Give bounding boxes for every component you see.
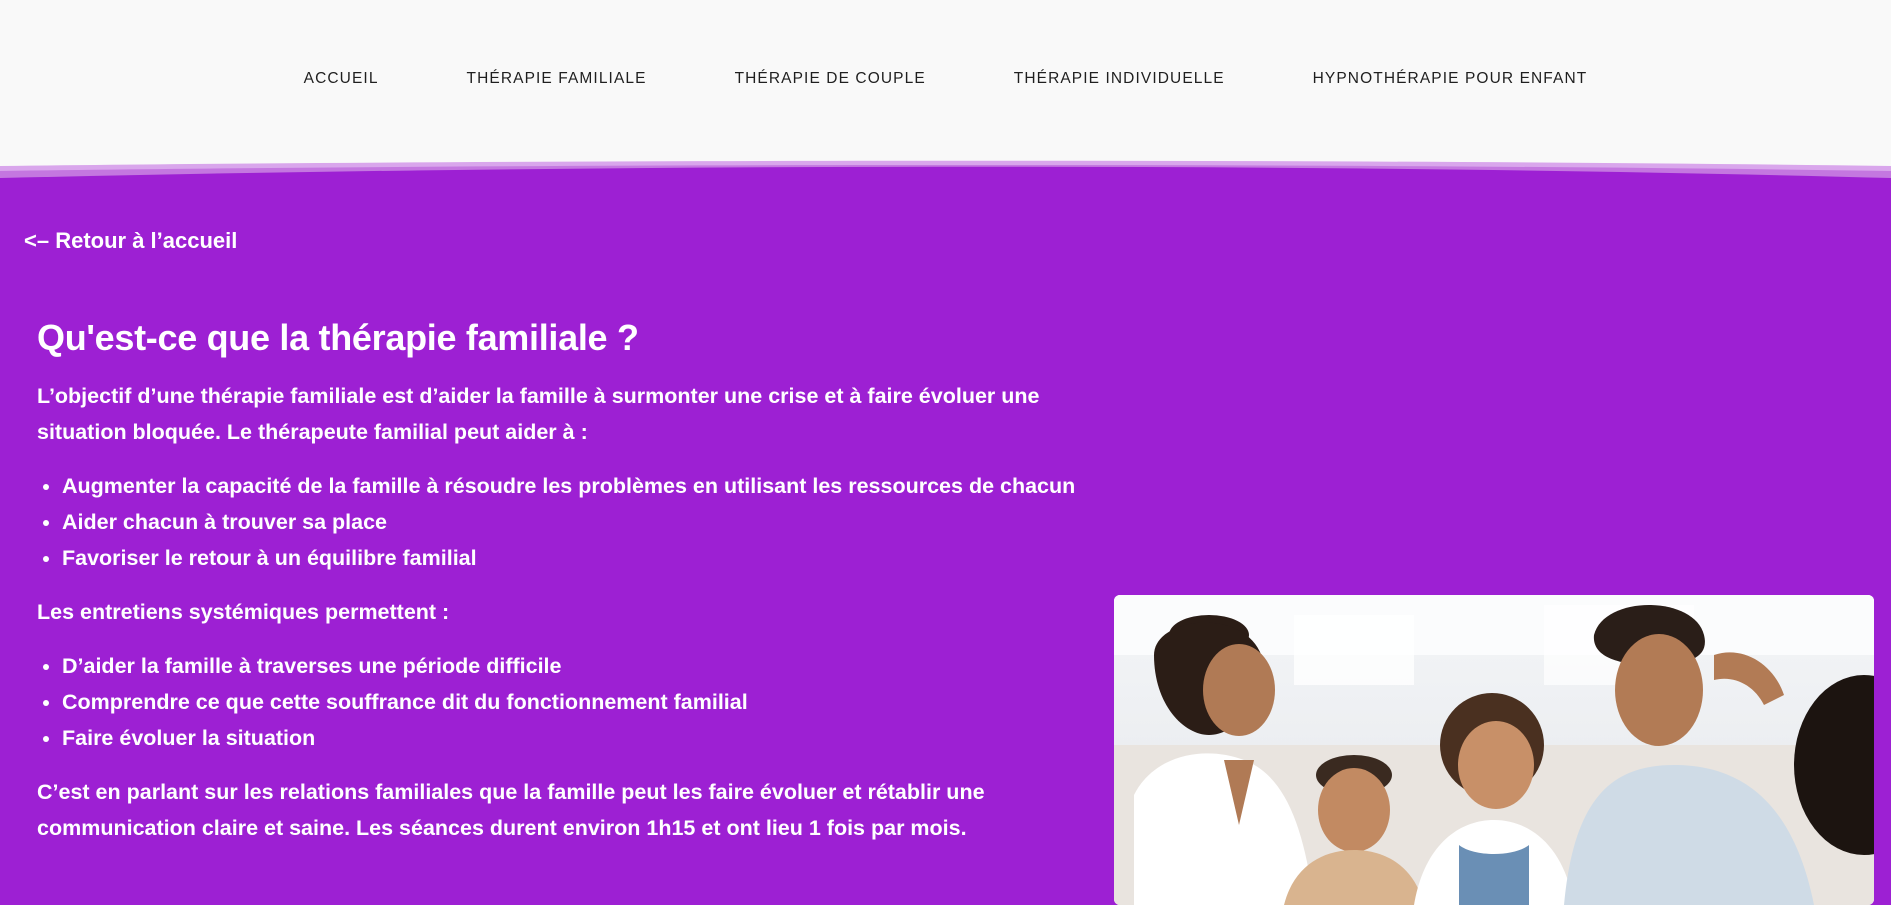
main-content: Qu'est-ce que la thérapie familiale ? L’… (37, 312, 1077, 864)
main-nav: ACCUEIL THÉRAPIE FAMILIALE THÉRAPIE DE C… (0, 68, 1891, 90)
nav-item-therapie-familiale[interactable]: THÉRAPIE FAMILIALE (467, 68, 647, 90)
intro-paragraph: L’objectif d’une thérapie familiale est … (37, 384, 1040, 444)
list-item: Favoriser le retour à un équilibre famil… (62, 540, 1077, 576)
list-item: Faire évoluer la situation (62, 720, 1077, 756)
nav-item-hypnotherapie-pour-enfant[interactable]: HYPNOTHÉRAPIE POUR ENFANT (1313, 68, 1588, 90)
list-item: D’aider la famille à traverses une pério… (62, 648, 1077, 684)
family-photo-illustration (1114, 595, 1874, 905)
nav-item-therapie-de-couple[interactable]: THÉRAPIE DE COUPLE (735, 68, 926, 90)
back-to-home-link[interactable]: <– Retour à l’accueil (24, 228, 237, 254)
list-item: Aider chacun à trouver sa place (62, 504, 1077, 540)
list-item: Comprendre ce que cette souffrance dit d… (62, 684, 1077, 720)
objectives-list: Augmenter la capacité de la famille à ré… (37, 468, 1077, 576)
family-photo (1114, 595, 1874, 905)
page-title: Qu'est-ce que la thérapie familiale ? (37, 317, 639, 358)
header-wave-divider (0, 160, 1891, 192)
nav-item-therapie-individuelle[interactable]: THÉRAPIE INDIVIDUELLE (1014, 68, 1225, 90)
benefits-list: D’aider la famille à traverses une pério… (37, 648, 1077, 756)
interviews-paragraph: Les entretiens systémiques permettent : (37, 600, 450, 624)
nav-item-accueil[interactable]: ACCUEIL (304, 68, 379, 90)
header: ACCUEIL THÉRAPIE FAMILIALE THÉRAPIE DE C… (0, 0, 1891, 166)
closing-paragraph: C’est en parlant sur les relations famil… (37, 780, 985, 840)
list-item: Augmenter la capacité de la famille à ré… (62, 468, 1077, 504)
